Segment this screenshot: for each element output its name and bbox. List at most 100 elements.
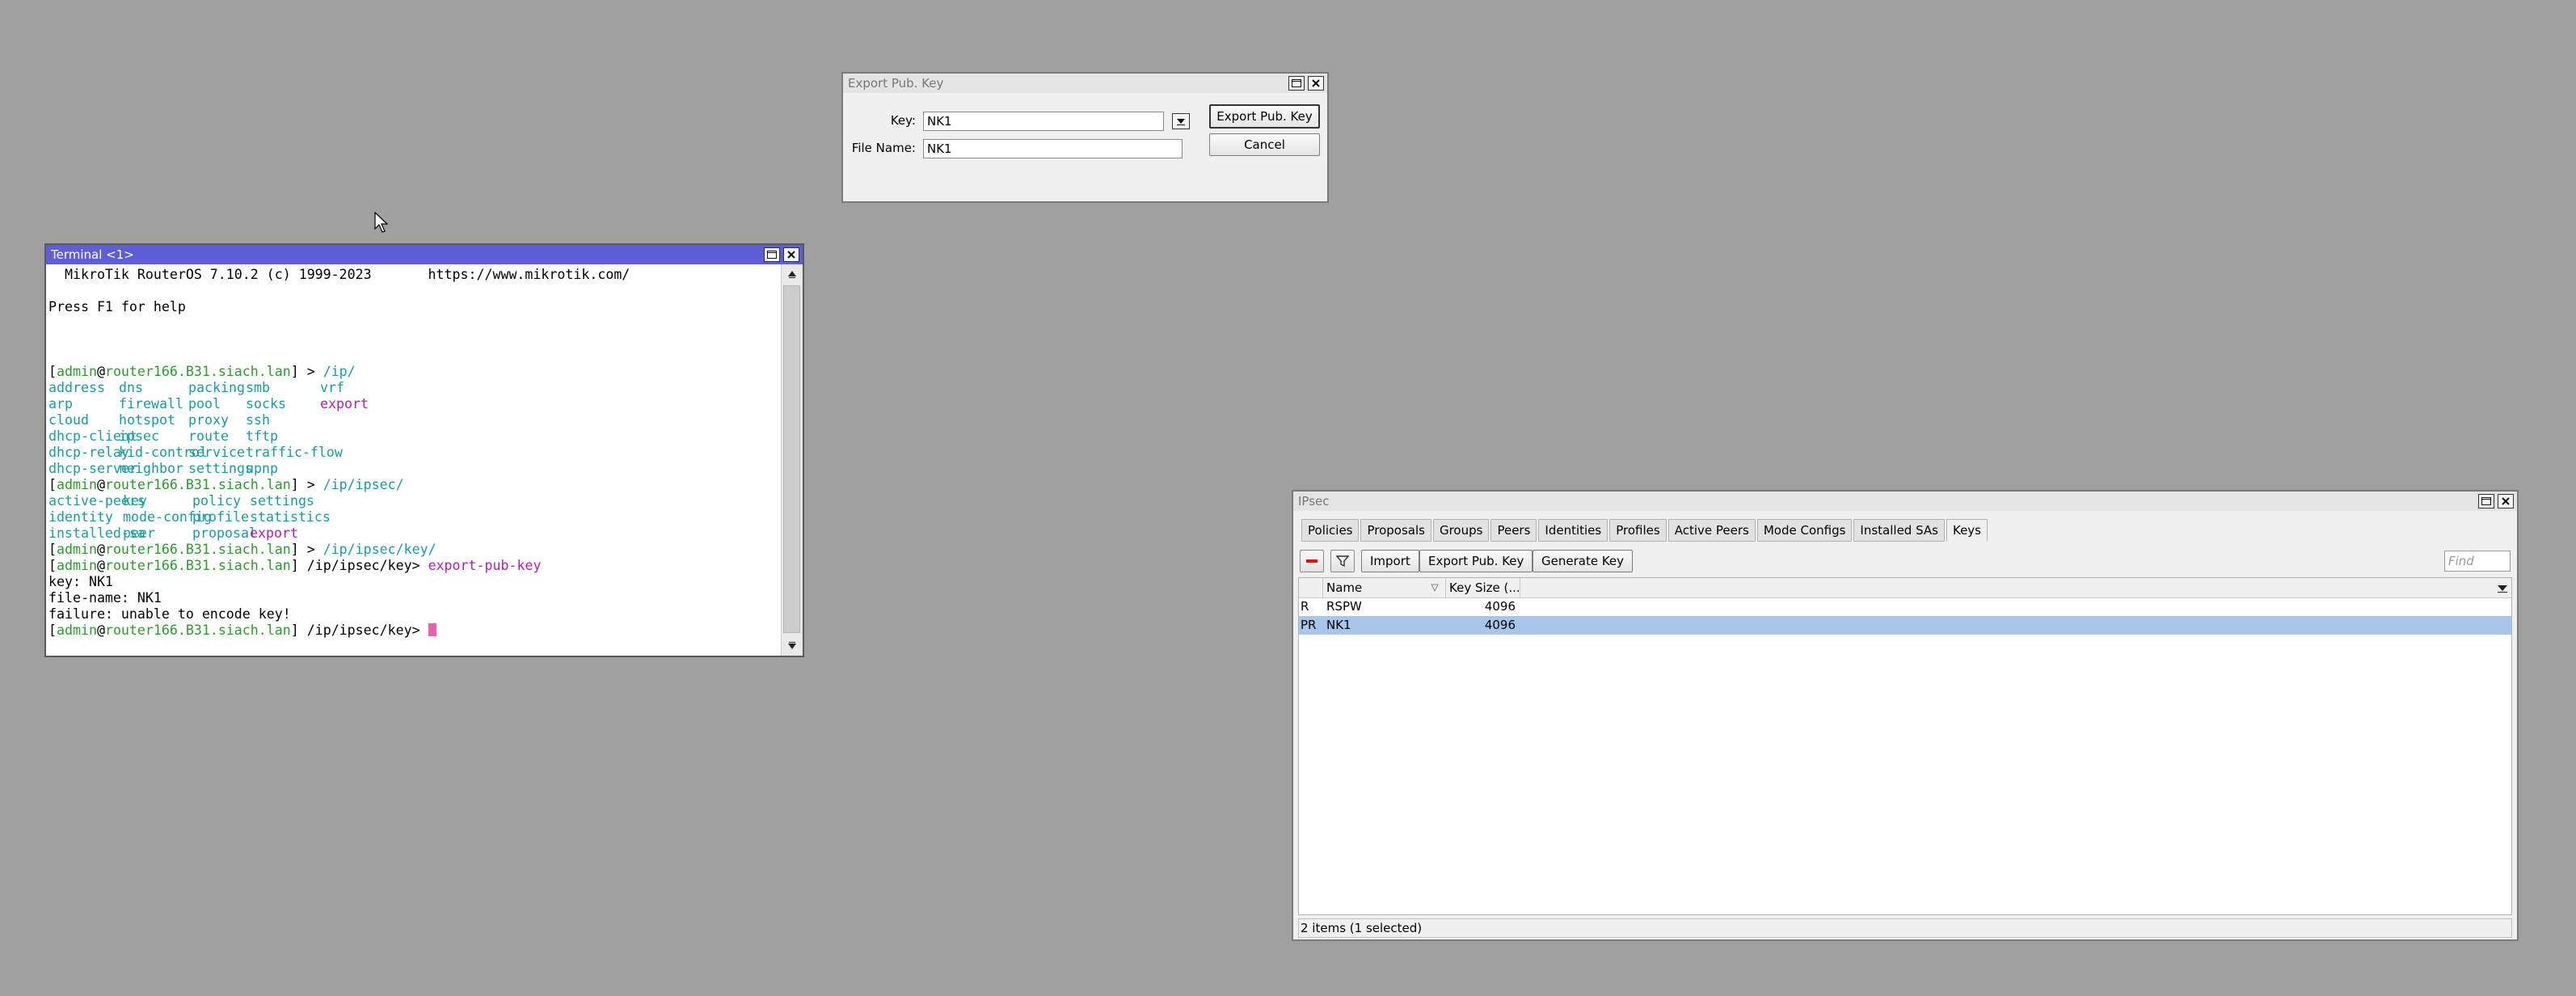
cancel-button[interactable]: Cancel bbox=[1209, 133, 1320, 156]
key-dropdown-button[interactable] bbox=[1172, 113, 1190, 129]
close-icon[interactable] bbox=[783, 247, 799, 262]
cell-name: NK1 bbox=[1326, 618, 1351, 632]
ipsec-menu-item: peer bbox=[123, 525, 155, 541]
file-name-label: File Name: bbox=[851, 141, 916, 155]
name-column-header[interactable]: Name bbox=[1323, 578, 1446, 597]
close-icon[interactable] bbox=[1308, 76, 1324, 91]
ipsec-menu-item: proposal bbox=[192, 525, 257, 541]
tab-mode-configs[interactable]: Mode Configs bbox=[1756, 519, 1853, 542]
key-size-column-header[interactable]: Key Size (... bbox=[1446, 578, 1520, 597]
ip-menu-item: smb bbox=[246, 380, 270, 395]
keys-table: Name Key Size (... R RSPW 4096 PR NK1 4096 bbox=[1298, 577, 2512, 915]
remove-button[interactable] bbox=[1300, 550, 1324, 572]
ip-menu-item: cloud bbox=[48, 412, 89, 428]
ip-menu-item: hotspot bbox=[119, 412, 175, 428]
tab-active-peers[interactable]: Active Peers bbox=[1667, 519, 1756, 542]
ip-menu-item: ssh bbox=[246, 412, 270, 428]
terminal-output-line: file-name: NK1 bbox=[48, 590, 162, 606]
ip-menu-item: address bbox=[48, 380, 105, 395]
ip-menu-item: ipsec bbox=[119, 428, 159, 444]
ip-menu-item: arp bbox=[48, 396, 73, 411]
ip-menu-row: dhcp-server neighbor settings upnp bbox=[48, 461, 780, 477]
ip-menu-item: traffic-flow bbox=[246, 445, 343, 460]
ip-menu-row: dhcp-relay kid-control service traffic-flow bbox=[48, 445, 780, 461]
table-row[interactable]: PR NK1 4096 bbox=[1299, 616, 2511, 635]
minus-icon bbox=[1306, 559, 1318, 563]
maximize-icon[interactable] bbox=[764, 247, 780, 262]
mouse-pointer-icon bbox=[374, 212, 389, 233]
tab-installed-sas[interactable]: Installed SAs bbox=[1853, 519, 1945, 542]
dropdown-arrow-icon bbox=[1177, 119, 1185, 125]
terminal-prompt-line: [admin@router166.B31.siach.lan] /ip/ipse… bbox=[48, 622, 780, 639]
ip-menu-item: tftp bbox=[246, 428, 278, 444]
find-input[interactable]: Find bbox=[2444, 551, 2511, 572]
dialog-titlebar[interactable]: Export Pub. Key bbox=[843, 74, 1327, 93]
ipsec-menu-item: export bbox=[250, 525, 298, 541]
ipsec-menu-row: installed-sa peer proposal export bbox=[48, 525, 780, 542]
terminal-prompt-line: [admin@router166.B31.siach.lan] > /ip/ip… bbox=[48, 542, 436, 557]
ip-menu-row: arp firewall pool socks export bbox=[48, 396, 780, 412]
terminal-output[interactable]: MikroTik RouterOS 7.10.2 (c) 1999-2023 h… bbox=[46, 264, 780, 656]
scroll-thumb[interactable] bbox=[783, 285, 800, 633]
ip-menu-item: export bbox=[320, 396, 369, 411]
maximize-icon[interactable] bbox=[1288, 76, 1305, 91]
ipsec-menu-item: profile bbox=[192, 509, 249, 525]
ip-menu-item: settings bbox=[188, 461, 253, 476]
table-row[interactable]: R RSPW 4096 bbox=[1299, 597, 2511, 616]
ipsec-menu-item: policy bbox=[192, 493, 241, 509]
cell-flags: PR bbox=[1301, 618, 1317, 632]
terminal-help: Press F1 for help bbox=[48, 299, 186, 314]
ip-menu-item: dns bbox=[119, 380, 143, 395]
sort-icon bbox=[1431, 584, 1439, 592]
terminal-window: Terminal <1> MikroTik RouterOS 7.10.2 (c… bbox=[44, 243, 804, 657]
ipsec-menu-row: identity mode-config profile statistics bbox=[48, 509, 780, 525]
terminal-prompt-line: [admin@router166.B31.siach.lan] /ip/ipse… bbox=[48, 558, 542, 573]
ip-menu-item: vrf bbox=[320, 380, 344, 395]
terminal-output-line: failure: unable to encode key! bbox=[48, 606, 291, 622]
tab-peers[interactable]: Peers bbox=[1490, 519, 1537, 542]
import-button[interactable]: Import bbox=[1361, 550, 1419, 572]
ipsec-menu-item: statistics bbox=[250, 509, 331, 525]
terminal-prompt-line: [admin@router166.B31.siach.lan] > /ip/ip… bbox=[48, 477, 404, 492]
file-name-input[interactable]: NK1 bbox=[923, 139, 1183, 158]
terminal-scrollbar[interactable] bbox=[781, 264, 803, 656]
export-pub-key-dialog: Export Pub. Key Key: NK1 File Name: NK1 … bbox=[841, 72, 1329, 203]
file-name-value: NK1 bbox=[927, 141, 952, 156]
key-select[interactable]: NK1 bbox=[923, 112, 1164, 131]
maximize-icon[interactable] bbox=[2478, 494, 2494, 509]
ipsec-menu-listing: active-peers key policy settings identity mod… bbox=[48, 493, 780, 542]
terminal-titlebar[interactable]: Terminal <1> bbox=[46, 245, 803, 264]
ip-menu-row: address dns packing smb vrf bbox=[48, 380, 780, 396]
close-icon[interactable] bbox=[2498, 494, 2514, 509]
flags-column-header[interactable] bbox=[1299, 578, 1323, 597]
ip-menu-listing: address dns packing smb vrf arp firewall pool so… bbox=[48, 380, 780, 477]
ipsec-window: IPsec Policies Proposals Groups Peers Identi… bbox=[1292, 490, 2519, 941]
cell-name: RSPW bbox=[1326, 599, 1362, 614]
terminal-banner: MikroTik RouterOS 7.10.2 (c) 1999-2023 h… bbox=[48, 267, 630, 282]
generate-key-button[interactable]: Generate Key bbox=[1533, 550, 1634, 572]
ipsec-tabs: Policies Proposals Groups Peers Identities Pr… bbox=[1301, 519, 1989, 542]
dialog-title: Export Pub. Key bbox=[848, 76, 944, 91]
column-menu-icon[interactable] bbox=[2497, 582, 2508, 597]
terminal-output-line: key: NK1 bbox=[48, 574, 113, 589]
export-pub-key-toolbar-button[interactable]: Export Pub. Key bbox=[1419, 550, 1533, 572]
terminal-title: Terminal <1> bbox=[51, 247, 134, 262]
tab-groups[interactable]: Groups bbox=[1432, 519, 1490, 542]
filter-button[interactable] bbox=[1330, 550, 1355, 572]
cell-key-size: 4096 bbox=[1484, 599, 1516, 614]
key-label: Key: bbox=[890, 113, 916, 128]
table-header: Name Key Size (... bbox=[1299, 578, 2511, 598]
tab-proposals[interactable]: Proposals bbox=[1360, 519, 1431, 542]
status-bar: 2 items (1 selected) bbox=[1298, 918, 2512, 938]
ipsec-titlebar[interactable]: IPsec bbox=[1293, 492, 2517, 511]
status-text: 2 items (1 selected) bbox=[1301, 921, 1423, 935]
scroll-down-icon[interactable] bbox=[782, 636, 803, 656]
tab-profiles[interactable]: Profiles bbox=[1609, 519, 1667, 542]
terminal-prompt-line: [admin@router166.B31.siach.lan] > /ip/ bbox=[48, 364, 356, 379]
tab-policies[interactable]: Policies bbox=[1301, 519, 1360, 542]
cell-key-size: 4096 bbox=[1484, 618, 1516, 632]
tab-identities[interactable]: Identities bbox=[1538, 519, 1608, 542]
scroll-up-icon[interactable] bbox=[782, 264, 803, 284]
tab-keys[interactable]: Keys bbox=[1946, 519, 1988, 542]
export-pub-key-button[interactable]: Export Pub. Key bbox=[1209, 104, 1320, 129]
